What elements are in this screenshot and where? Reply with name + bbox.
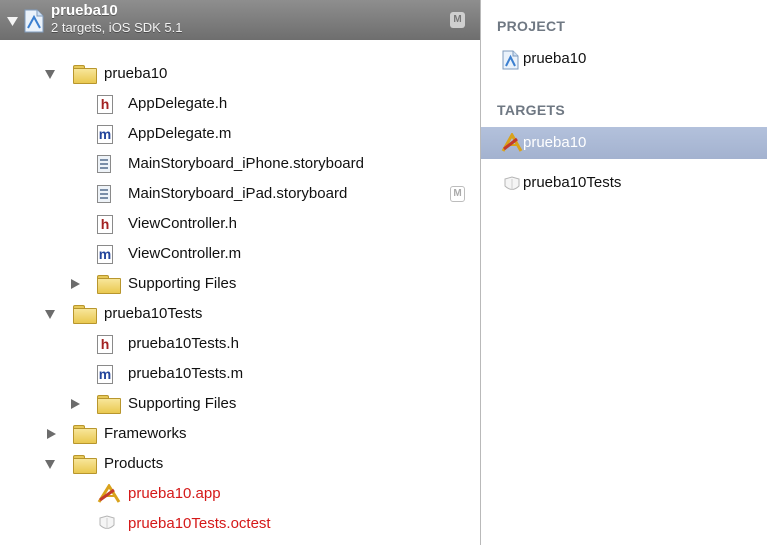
- h-file-icon: h: [97, 335, 113, 354]
- tree-item-label: Supporting Files: [128, 275, 237, 292]
- tree-file-row[interactable]: prueba10Tests.octest: [0, 509, 480, 539]
- tree-item-label: Frameworks: [104, 425, 187, 442]
- tree-group-row[interactable]: Products: [0, 449, 480, 479]
- tree-group-row[interactable]: Supporting Files: [0, 389, 480, 419]
- disclosure-down-icon[interactable]: [45, 460, 55, 469]
- test-target-icon: [503, 174, 521, 206]
- tree-item-label: MainStoryboard_iPhone.storyboard: [128, 155, 364, 172]
- project-section-heading: PROJECT: [497, 18, 566, 34]
- disclosure-down-icon[interactable]: [45, 310, 55, 319]
- m-file-icon: m: [97, 245, 113, 264]
- folder-icon: [97, 395, 121, 414]
- target-label: prueba10Tests: [523, 174, 622, 191]
- tree-group-row[interactable]: prueba10Tests: [0, 299, 480, 329]
- storyboard-icon: [97, 155, 111, 173]
- disclosure-right-icon[interactable]: [71, 399, 80, 409]
- project-name: prueba10: [51, 2, 118, 19]
- tree-file-row[interactable]: m AppDelegate.m: [0, 119, 480, 149]
- tree-item-label: ViewController.m: [128, 245, 242, 262]
- tree-group-row[interactable]: Frameworks: [0, 419, 480, 449]
- tree-file-row[interactable]: MainStoryboard_iPad.storyboard M: [0, 179, 480, 209]
- tree-item-label: prueba10.app: [128, 485, 221, 502]
- m-file-icon: m: [97, 365, 113, 384]
- modified-badge: M: [450, 12, 465, 28]
- project-row[interactable]: prueba10 2 targets, iOS SDK 5.1 M: [0, 0, 480, 40]
- tree-item-label: prueba10Tests.h: [128, 335, 239, 352]
- tree-item-label: prueba10Tests: [104, 305, 203, 322]
- tree-group-row[interactable]: prueba10: [0, 59, 480, 89]
- xcode-project-icon: [24, 9, 44, 37]
- h-file-icon: h: [97, 95, 113, 114]
- project-subtitle: 2 targets, iOS SDK 5.1: [51, 20, 183, 35]
- tree-item-label: prueba10Tests.m: [128, 365, 244, 382]
- app-target-icon: [501, 131, 523, 165]
- disclosure-right-icon[interactable]: [47, 429, 56, 439]
- tree-item-label: MainStoryboard_iPad.storyboard: [128, 185, 348, 202]
- tree-group-row[interactable]: Supporting Files: [0, 269, 480, 299]
- disclosure-down-icon[interactable]: [7, 14, 18, 31]
- tree-item-label: prueba10Tests.octest: [128, 515, 271, 532]
- project-item-label: prueba10: [523, 50, 587, 67]
- folder-icon: [73, 305, 97, 324]
- tree-file-row[interactable]: m prueba10Tests.m: [0, 359, 480, 389]
- tree-file-row[interactable]: h AppDelegate.h: [0, 89, 480, 119]
- tree-item-label: ViewController.h: [128, 215, 237, 232]
- folder-icon: [73, 455, 97, 474]
- targets-section-heading: TARGETS: [497, 102, 565, 118]
- folder-icon: [73, 65, 97, 84]
- tree-item-label: AppDelegate.h: [128, 95, 228, 112]
- folder-icon: [73, 425, 97, 444]
- tree-file-row[interactable]: h prueba10Tests.h: [0, 329, 480, 359]
- tree-item-label: AppDelegate.m: [128, 125, 232, 142]
- disclosure-down-icon[interactable]: [45, 70, 55, 79]
- modified-badge: M: [450, 186, 465, 202]
- tree-item-label: prueba10: [104, 65, 168, 82]
- project-list-item[interactable]: prueba10: [481, 43, 767, 75]
- h-file-icon: h: [97, 215, 113, 234]
- target-item-prueba10tests[interactable]: prueba10Tests: [481, 167, 767, 199]
- tree-file-row[interactable]: m ViewController.m: [0, 239, 480, 269]
- m-file-icon: m: [97, 125, 113, 144]
- storyboard-icon: [97, 185, 111, 203]
- tree-file-row[interactable]: h ViewController.h: [0, 209, 480, 239]
- target-item-prueba10[interactable]: prueba10: [481, 127, 767, 159]
- target-label: prueba10: [523, 134, 587, 151]
- tree-file-row[interactable]: MainStoryboard_iPhone.storyboard: [0, 149, 480, 179]
- tree-item-label: Products: [104, 455, 164, 472]
- xcode-project-icon: [502, 50, 519, 82]
- tree-item-label: Supporting Files: [128, 395, 237, 412]
- tree-file-row[interactable]: prueba10.app: [0, 479, 480, 509]
- disclosure-right-icon[interactable]: [71, 279, 80, 289]
- octest-bundle-icon: [97, 514, 117, 545]
- folder-icon: [97, 275, 121, 294]
- project-navigator: prueba10 2 targets, iOS SDK 5.1 M prueba…: [0, 0, 481, 545]
